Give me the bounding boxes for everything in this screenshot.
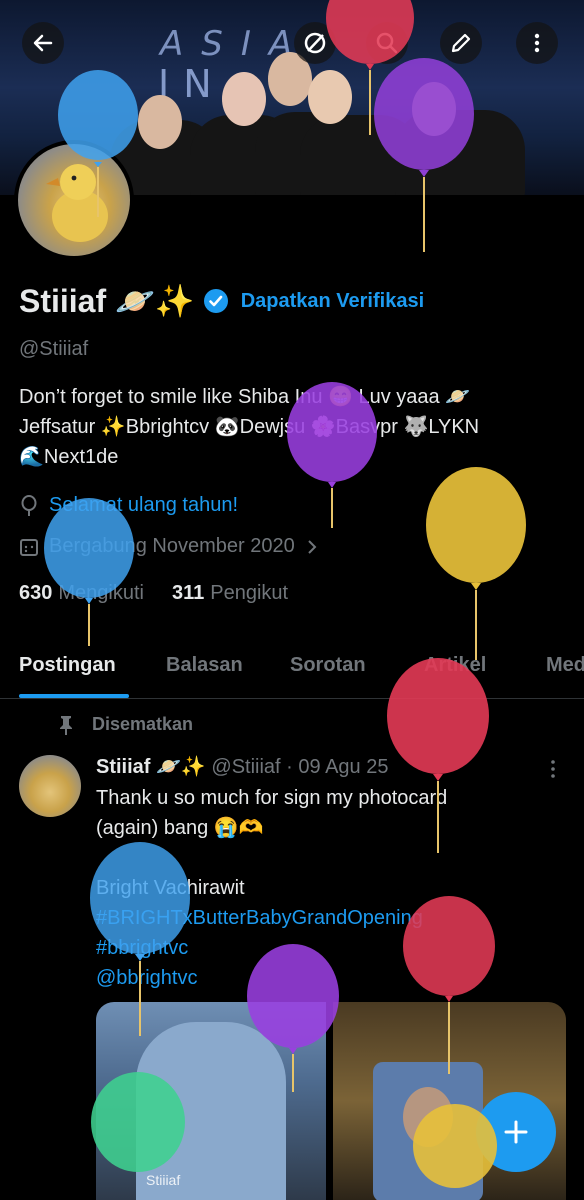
post-more-icon[interactable]	[546, 758, 560, 780]
balloon-decoration	[44, 498, 134, 646]
balloon-decoration	[287, 382, 377, 528]
balloon-decoration	[58, 70, 138, 217]
balloon-icon	[21, 494, 37, 516]
active-tab-indicator	[19, 694, 129, 698]
post-date: · 09 Agu 25	[286, 756, 389, 778]
verified-badge-icon[interactable]	[203, 288, 229, 314]
balloon-decoration	[403, 896, 495, 1074]
post-author-name[interactable]: Stiiiaf 🪐✨	[96, 756, 206, 778]
tab-posts[interactable]: Postingan	[19, 654, 116, 677]
balloon-decoration	[413, 1104, 497, 1188]
tab-replies[interactable]: Balasan	[166, 654, 243, 677]
balloon-decoration	[374, 58, 474, 252]
more-button[interactable]	[516, 22, 558, 64]
pin-icon	[60, 715, 72, 735]
balloon-decoration	[426, 467, 526, 660]
tab-highlights[interactable]: Sorotan	[290, 654, 366, 677]
pen-icon	[451, 33, 471, 53]
back-button[interactable]	[22, 22, 64, 64]
post-avatar[interactable]	[19, 755, 81, 817]
arrow-left-icon	[33, 34, 53, 52]
pinned-label: Disematkan	[58, 714, 193, 735]
post-header: Stiiiaf 🪐✨ @Stiiiaf · 09 Agu 25	[96, 754, 388, 779]
balloon-decoration	[90, 842, 190, 1036]
user-handle: @Stiiiaf	[19, 338, 89, 360]
display-name: Stiiiaf 🪐✨	[19, 283, 195, 319]
get-verified-link[interactable]: Dapatkan Verifikasi	[241, 290, 424, 313]
calendar-icon	[20, 538, 38, 556]
balloon-decoration	[387, 658, 489, 853]
balloon-decoration	[247, 944, 339, 1092]
balloon-decoration	[91, 1072, 185, 1172]
chevron-right-icon	[308, 539, 317, 554]
tab-media[interactable]: Media	[546, 654, 584, 677]
followers-stat[interactable]: 311 Pengikut	[172, 582, 288, 605]
plus-icon	[504, 1120, 528, 1144]
post-author-handle: @Stiiiaf	[211, 756, 281, 778]
kebab-vertical-icon	[534, 33, 540, 53]
